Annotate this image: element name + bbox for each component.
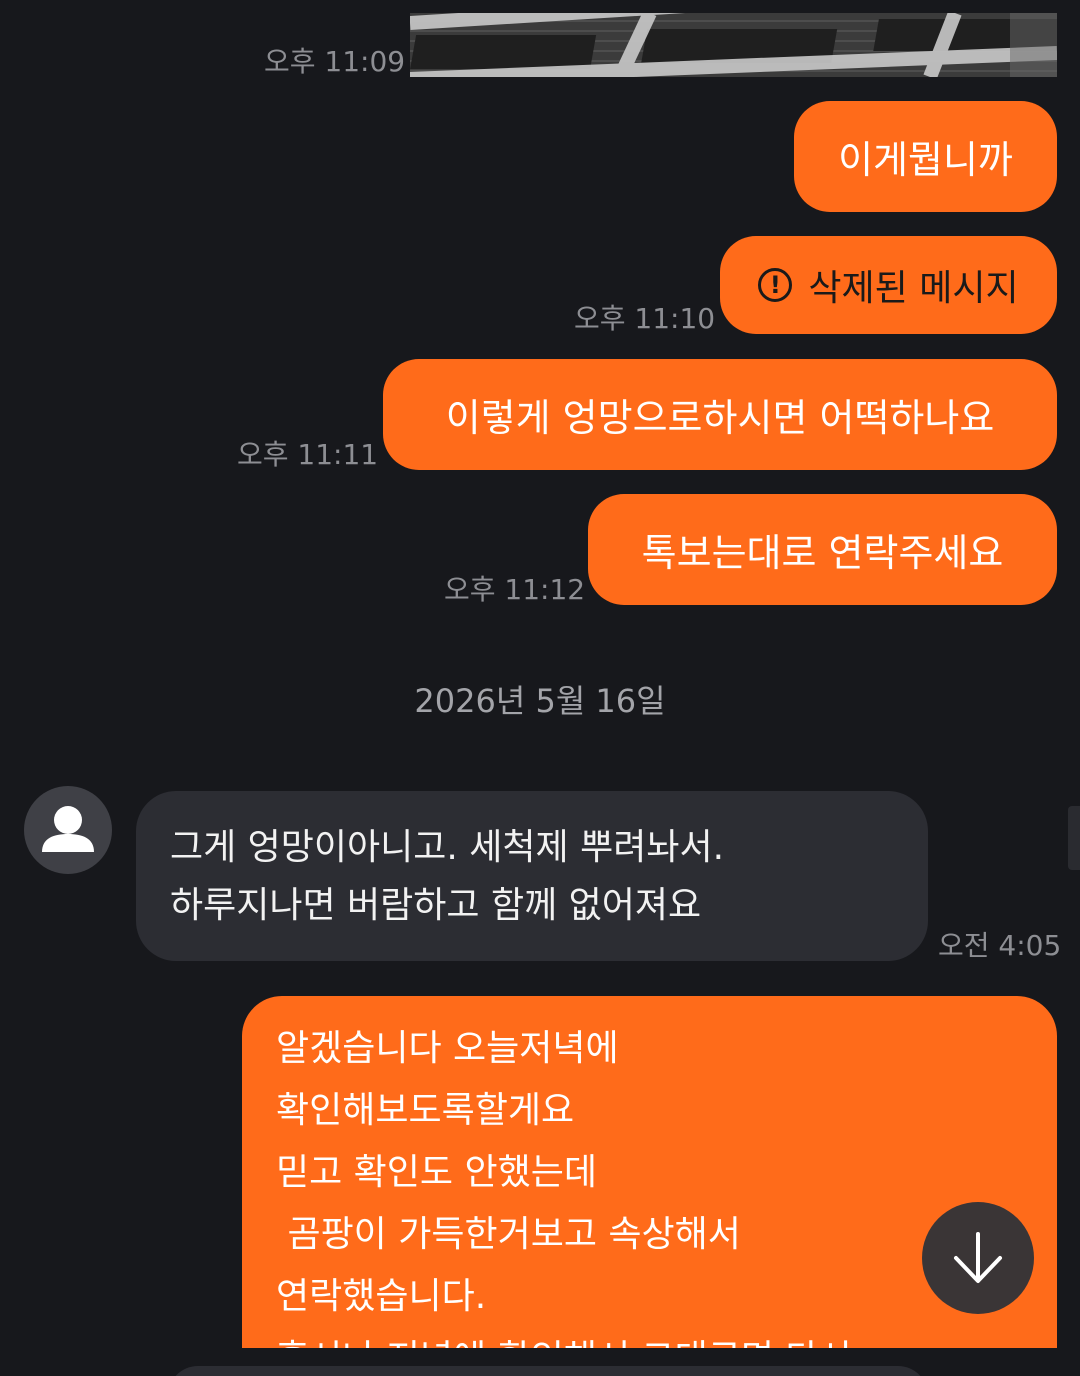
message-line: 그게 엉망이아니고. 세척제 뿌려놔서. [170, 827, 725, 868]
date-separator: 2026년 5월 16일 [414, 682, 666, 720]
message-text: 이렇게 엉망으로하시면 어떡하나요 [445, 396, 995, 440]
message-timestamp: 오후 11:11 [237, 438, 379, 471]
message-line: 확인해보도록할게요 [276, 1090, 575, 1131]
message-text: 이게뭡니까 [838, 138, 1013, 182]
outgoing-message[interactable]: 이렇게 엉망으로하시면 어떡하나요 [383, 359, 1057, 470]
message-line: 곰팡이 가득한거보고 속상해서 [276, 1214, 741, 1255]
input-bar[interactable] [168, 1366, 928, 1376]
scrollbar-thumb[interactable] [1068, 806, 1080, 870]
deleted-message-label: 삭제된 메시지 [808, 268, 1019, 309]
outgoing-message[interactable]: 톡보는대로 연락주세요 [588, 494, 1057, 605]
message-text: 톡보는대로 연락주세요 [641, 531, 1004, 575]
message-timestamp: 오후 11:10 [574, 302, 716, 335]
person-icon [42, 806, 94, 852]
exclamation-circle-icon: ! [758, 268, 793, 302]
message-line: 믿고 확인도 안했는데 [276, 1152, 597, 1193]
photo-thumbnail [410, 13, 1057, 77]
message-line: 하루지나면 버람하고 함께 없어져요 [170, 885, 702, 926]
chat-screen: 오후 11:09 이게뭡니까 ! 삭제된 메시지 오후 11:10 이렇게 엉망… [0, 0, 1080, 1376]
scroll-to-bottom-button[interactable] [922, 1202, 1034, 1314]
outgoing-message[interactable]: 알겠습니다 오늘저녁에 확인해보도록할게요 믿고 확인도 안했는데 곰팡이 가득… [242, 996, 1057, 1356]
message-timestamp: 오후 11:09 [264, 45, 406, 78]
message-timestamp: 오전 4:05 [938, 929, 1062, 962]
deleted-message[interactable]: ! 삭제된 메시지 [720, 236, 1057, 334]
avatar[interactable] [24, 786, 112, 874]
message-timestamp: 오후 11:12 [444, 573, 586, 606]
incoming-message[interactable]: 그게 엉망이아니고. 세척제 뿌려놔서. 하루지나면 버람하고 함께 없어져요 [136, 791, 928, 961]
arrow-down-icon [954, 1232, 1002, 1283]
message-line: 알겠습니다 오늘저녁에 [276, 1028, 619, 1069]
message-line: 연락했습니다. [276, 1276, 487, 1317]
outgoing-message[interactable]: 이게뭡니까 [794, 101, 1057, 212]
photo-message[interactable] [410, 13, 1057, 77]
